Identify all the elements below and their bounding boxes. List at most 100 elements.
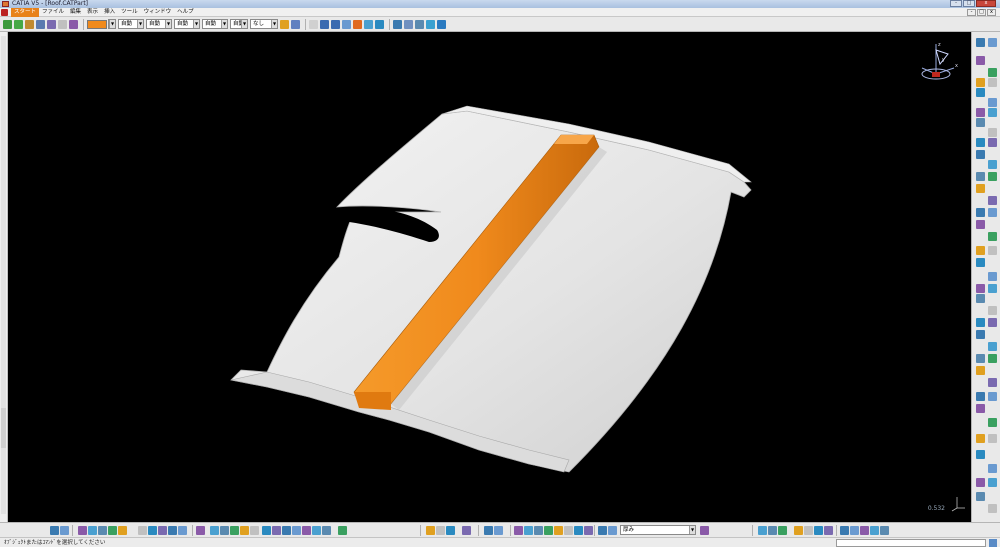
view-icon[interactable] xyxy=(375,19,384,29)
line-thickness-dropdown[interactable]: 自動 ▼ xyxy=(146,19,172,29)
view-tool-icon[interactable] xyxy=(534,526,543,535)
tool-icon[interactable] xyxy=(976,392,985,401)
view-tool-icon[interactable] xyxy=(178,526,187,535)
tool-icon[interactable] xyxy=(988,196,997,205)
fly-mode-icon[interactable] xyxy=(364,19,373,29)
tool-icon[interactable] xyxy=(988,160,997,169)
tool-icon[interactable] xyxy=(976,38,985,47)
view-tool-icon[interactable] xyxy=(574,526,583,535)
vertical-scroll-thumb[interactable] xyxy=(1,408,6,448)
view-tool-icon[interactable] xyxy=(584,526,593,535)
doc-restore-button[interactable]: □ xyxy=(977,9,986,16)
tool-icon[interactable] xyxy=(988,434,997,443)
paint-icon[interactable] xyxy=(69,19,78,29)
redo-icon[interactable] xyxy=(331,19,340,29)
tool-icon[interactable] xyxy=(976,78,985,87)
view-tool-icon[interactable] xyxy=(220,526,229,535)
view-tool-icon[interactable] xyxy=(138,526,147,535)
view-tool-icon[interactable] xyxy=(778,526,787,535)
3d-viewport[interactable]: z x y 0.532 xyxy=(9,32,971,522)
view-tool-icon[interactable] xyxy=(436,526,445,535)
tool-icon[interactable] xyxy=(976,172,985,181)
view-tool-icon[interactable] xyxy=(168,526,177,535)
undo-icon[interactable] xyxy=(320,19,329,29)
tree-icon[interactable] xyxy=(437,19,446,29)
tool-icon[interactable] xyxy=(988,318,997,327)
tool-icon[interactable] xyxy=(988,128,997,137)
tool-icon[interactable] xyxy=(988,378,997,387)
tool-icon[interactable] xyxy=(976,258,985,267)
tool-icon[interactable] xyxy=(988,284,997,293)
tool-icon[interactable] xyxy=(988,232,997,241)
tool-icon[interactable] xyxy=(988,98,997,107)
view-tool-icon[interactable] xyxy=(60,526,69,535)
tool-icon[interactable] xyxy=(988,78,997,87)
tool-icon[interactable] xyxy=(988,306,997,315)
view-tool-icon[interactable] xyxy=(850,526,859,535)
view-tool-icon[interactable] xyxy=(758,526,767,535)
view-tool-icon[interactable] xyxy=(118,526,127,535)
view-tool-icon[interactable] xyxy=(292,526,301,535)
doc-close-button[interactable]: x xyxy=(987,9,996,16)
tool-icon[interactable] xyxy=(976,150,985,159)
tool-icon[interactable] xyxy=(988,246,997,255)
view-tool-icon[interactable] xyxy=(598,526,607,535)
tool-icon[interactable] xyxy=(976,330,985,339)
menu-start[interactable]: スタート xyxy=(11,7,40,17)
menu-tools[interactable]: ツール xyxy=(118,8,141,17)
close-button[interactable]: x xyxy=(976,0,996,7)
view-tool-icon[interactable] xyxy=(870,526,879,535)
tool-icon[interactable] xyxy=(976,492,985,501)
doc-minimize-button[interactable]: - xyxy=(967,9,976,16)
tool-icon[interactable] xyxy=(976,246,985,255)
tool-icon[interactable] xyxy=(976,88,985,97)
view-tool-icon[interactable] xyxy=(108,526,117,535)
view-tool-icon[interactable] xyxy=(426,526,435,535)
tool-icon[interactable] xyxy=(976,138,985,147)
move-icon[interactable] xyxy=(3,19,12,29)
tool-icon[interactable] xyxy=(988,354,997,363)
point-symbol-dropdown[interactable]: 自動 ▼ xyxy=(202,19,228,29)
thickness-dropdown[interactable]: 厚み ▼ xyxy=(620,525,696,535)
pointer-icon[interactable] xyxy=(36,19,45,29)
measure-inertia-icon[interactable] xyxy=(426,19,435,29)
update-icon[interactable] xyxy=(342,19,351,29)
tool-icon[interactable] xyxy=(988,504,997,513)
tool-icon[interactable] xyxy=(976,354,985,363)
line-type-dropdown[interactable]: 自動 ▼ xyxy=(174,19,200,29)
pan-icon[interactable] xyxy=(14,19,23,29)
tool-icon[interactable] xyxy=(988,68,997,77)
tool-icon[interactable] xyxy=(988,342,997,351)
tool-icon[interactable] xyxy=(988,208,997,217)
menu-window[interactable]: ウィンドウ xyxy=(141,8,175,17)
measure-icon[interactable] xyxy=(309,19,318,29)
menu-insert[interactable]: 挿入 xyxy=(101,8,118,17)
view-tool-icon[interactable] xyxy=(282,526,291,535)
view-tool-icon[interactable] xyxy=(262,526,271,535)
trap-icon[interactable] xyxy=(47,19,56,29)
view-tool-icon[interactable] xyxy=(814,526,823,535)
roof-model[interactable] xyxy=(9,32,971,522)
view-tool-icon[interactable] xyxy=(272,526,281,535)
view-tool-icon[interactable] xyxy=(700,526,709,535)
tool-icon[interactable] xyxy=(988,108,997,117)
tool-icon[interactable] xyxy=(988,272,997,281)
view-tool-icon[interactable] xyxy=(322,526,331,535)
view-tool-icon[interactable] xyxy=(302,526,311,535)
command-input[interactable] xyxy=(836,539,986,547)
menu-edit[interactable]: 編集 xyxy=(67,8,84,17)
measure-between-icon[interactable] xyxy=(404,19,413,29)
view-tool-icon[interactable] xyxy=(446,526,455,535)
view-tool-icon[interactable] xyxy=(250,526,259,535)
view-tool-icon[interactable] xyxy=(840,526,849,535)
transparency-dropdown[interactable]: 自動 ▼ xyxy=(118,19,144,29)
tool-icon[interactable] xyxy=(976,434,985,443)
tool-icon[interactable] xyxy=(988,478,997,487)
view-tool-icon[interactable] xyxy=(794,526,803,535)
view-tool-icon[interactable] xyxy=(768,526,777,535)
view-tool-icon[interactable] xyxy=(514,526,523,535)
view-tool-icon[interactable] xyxy=(608,526,617,535)
view-tool-icon[interactable] xyxy=(312,526,321,535)
view-tool-icon[interactable] xyxy=(524,526,533,535)
tool-icon[interactable] xyxy=(988,38,997,47)
